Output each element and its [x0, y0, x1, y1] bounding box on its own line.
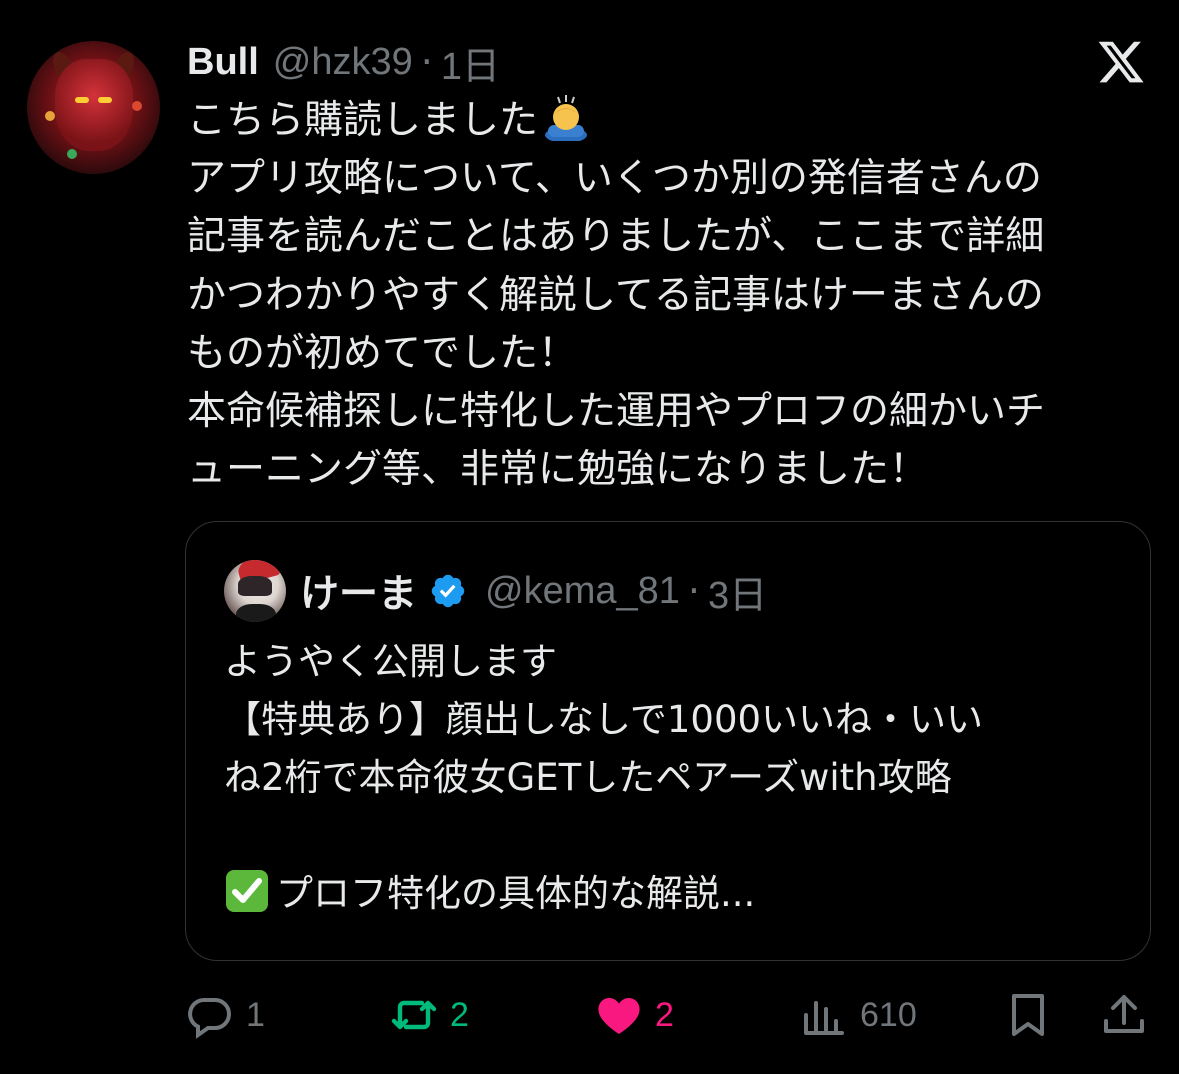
views-button[interactable]: 610 — [800, 985, 917, 1045]
avatar-decoration — [45, 111, 55, 121]
tweet-line: かつわかりやすく解説してる記事はけーまさんの — [187, 272, 1044, 318]
views-chart-icon — [804, 1001, 844, 1035]
tweet-header: Bull @hzk39 · 1日 — [187, 40, 500, 88]
quoted-tweet-timestamp[interactable]: 3日 — [708, 564, 767, 619]
tweet-line: こちら購読しました — [187, 92, 1122, 150]
tweet-line: 本命候補探しに特化した運用やプロフの細かいチ — [187, 389, 1046, 435]
x-logo-icon[interactable] — [1096, 37, 1146, 87]
avatar-decoration — [67, 149, 77, 159]
heart-icon — [598, 998, 640, 1034]
retweet-icon — [391, 1000, 437, 1030]
share-icon — [1104, 995, 1144, 1033]
quoted-line: ね2桁で本命彼女GETしたペアーズwith攻略 — [224, 756, 952, 799]
tweet-action-bar: 1 2 2 610 — [0, 985, 1179, 1045]
avatar-body — [236, 604, 276, 622]
avatar-eye-right — [98, 97, 112, 103]
avatar-decoration — [132, 101, 142, 111]
tweet-line: 記事を読んだことはありましたが、ここまで詳細 — [187, 214, 1045, 260]
tweet-text: こちら購読しました アプリ攻略について、いくつか別の発信者さんの 記事を読んだこ… — [187, 92, 1122, 499]
check-mark-button-icon — [226, 870, 268, 912]
reply-icon — [188, 998, 231, 1039]
quoted-line: プロフ特化の具体的な解説... — [224, 865, 1114, 923]
avatar-eye-left — [75, 97, 89, 103]
author-avatar[interactable] — [27, 41, 160, 174]
tweet-timestamp[interactable]: 1日 — [441, 35, 500, 90]
quoted-tweet-card[interactable]: けーま @kema_81 · 3日 ようやく公開します 【特典あり】顔出しなしで… — [185, 521, 1151, 961]
quoted-tweet-header: けーま @kema_81 · 3日 — [300, 563, 767, 619]
quoted-tweet-text: ようやく公開します 【特典あり】顔出しなしで1000いいね・いい ね2桁で本命彼… — [224, 633, 1114, 923]
bookmark-icon — [1012, 994, 1044, 1036]
author-handle[interactable]: @hzk39 — [273, 41, 413, 84]
share-button[interactable] — [1100, 985, 1148, 1045]
view-count: 610 — [860, 995, 917, 1034]
tweet-line: ものが初めてでした！ — [187, 330, 578, 376]
avatar-samurai-helmet — [55, 59, 133, 151]
like-button[interactable]: 2 — [595, 985, 674, 1045]
bookmark-button[interactable] — [1004, 985, 1052, 1045]
quoted-author-handle[interactable]: @kema_81 — [485, 570, 680, 613]
retweet-count: 2 — [450, 995, 469, 1034]
author-name[interactable]: Bull — [187, 41, 259, 84]
separator-dot: · — [420, 40, 433, 84]
retweet-button[interactable]: 2 — [390, 985, 469, 1045]
like-count: 2 — [655, 995, 674, 1034]
quoted-author-name[interactable]: けーま — [300, 563, 417, 619]
tweet-line: アプリ攻略について、いくつか別の発信者さんの — [187, 156, 1042, 202]
verified-badge-icon — [431, 574, 465, 608]
quoted-line: ようやく公開します — [224, 640, 557, 683]
quoted-line: 【特典あり】顔出しなしで1000いいね・いい — [224, 698, 984, 741]
tweet-line: ューニング等、非常に勉強になりました！ — [187, 447, 929, 493]
quoted-author-avatar[interactable] — [224, 560, 286, 622]
reply-button[interactable]: 1 — [186, 985, 265, 1045]
quoted-line — [224, 807, 1114, 865]
reply-count: 1 — [246, 995, 265, 1034]
separator-dot: · — [687, 569, 701, 613]
avatar-hair — [238, 576, 272, 596]
person-bowing-icon — [545, 95, 588, 141]
